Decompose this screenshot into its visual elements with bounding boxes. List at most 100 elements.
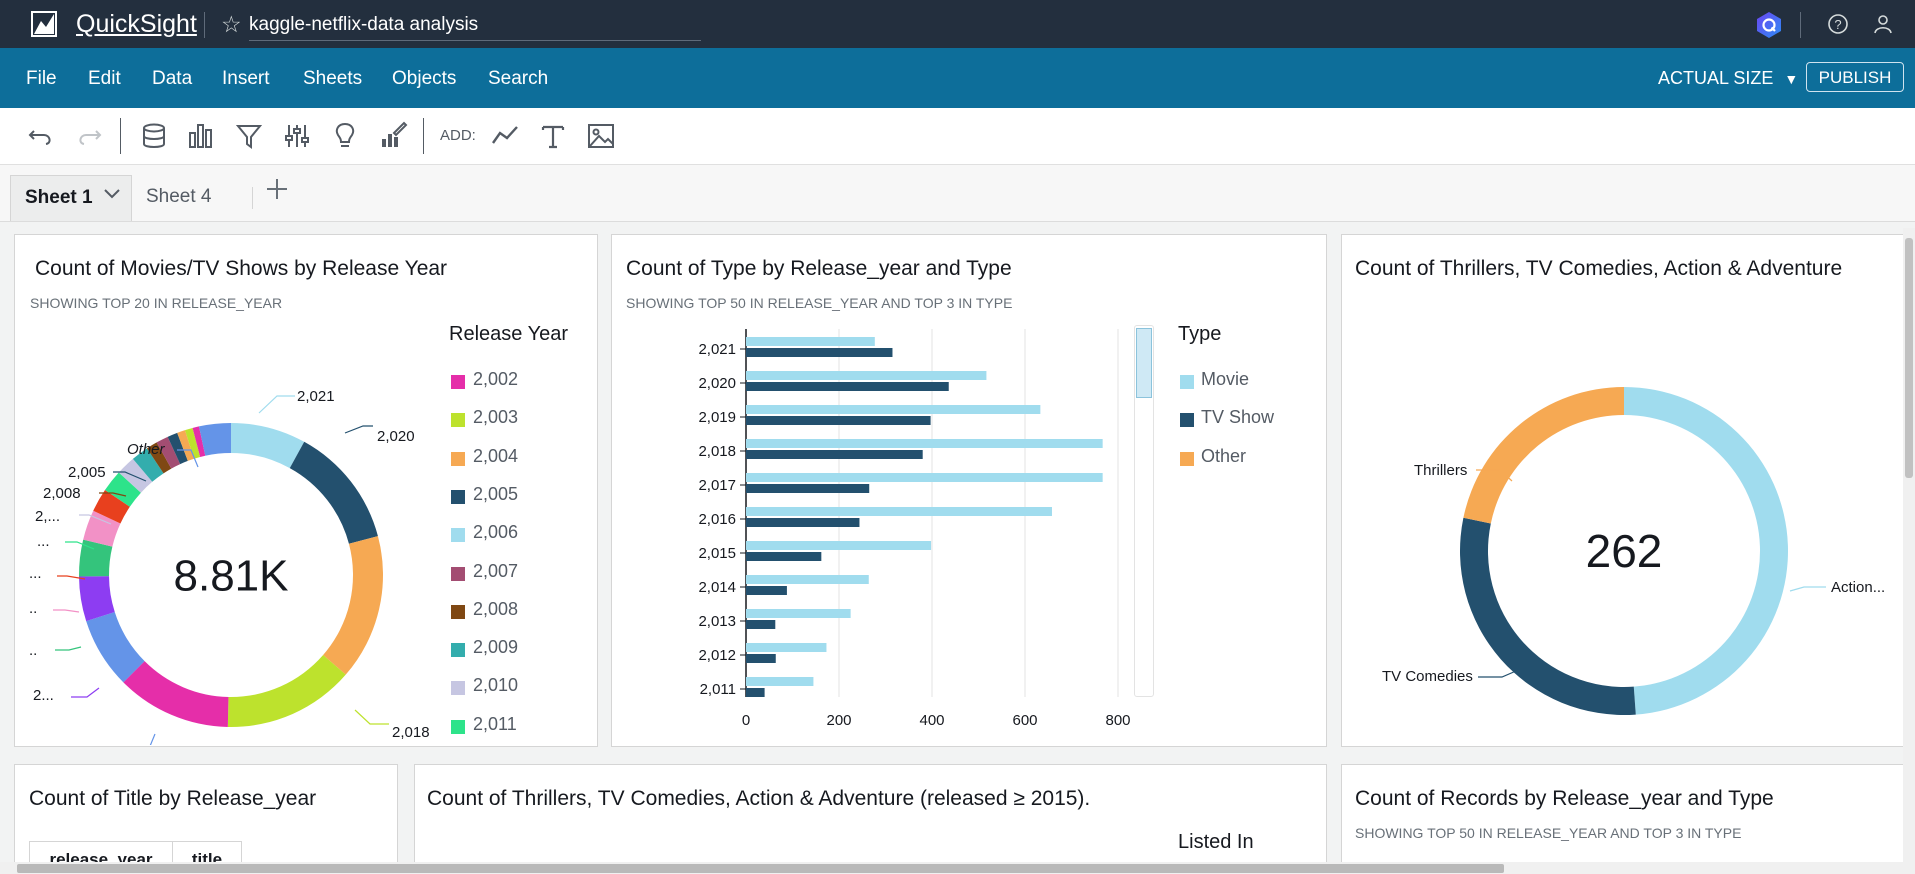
bar-tv-show[interactable] [746, 348, 893, 357]
legend-label[interactable]: Movie [1201, 369, 1249, 390]
bar-movie[interactable] [746, 677, 814, 686]
visual-title-by-release-year[interactable]: Count of Title by Release_year release_y… [14, 764, 398, 874]
menu-objects[interactable]: Objects [392, 68, 456, 90]
donut-chart[interactable]: Thrillers Action... TV Comedies 262 [1342, 315, 1902, 745]
filter-icon[interactable] [234, 121, 264, 151]
donut-slice[interactable] [227, 655, 346, 727]
publish-button[interactable]: PUBLISH [1806, 62, 1904, 92]
dataset-icon[interactable] [139, 121, 169, 151]
range-slider[interactable] [1134, 325, 1154, 697]
legend-label[interactable]: 2,007 [473, 561, 518, 582]
visual-title: Count of Thrillers, TV Comedies, Action … [1355, 257, 1843, 280]
bar-movie[interactable] [746, 439, 1103, 448]
visual-type-by-release-year[interactable]: Count of Type by Release_year and Type S… [611, 234, 1327, 747]
bar-movie[interactable] [746, 405, 1041, 414]
donut-chart[interactable]: 2,0212,0202,0182,0172,0162.............2… [15, 325, 455, 745]
help-icon[interactable]: ? [1827, 13, 1849, 40]
category-label: 2,018 [698, 443, 736, 460]
legend-label[interactable]: 2,005 [473, 484, 518, 505]
donut-slice[interactable] [323, 536, 383, 675]
bar-movie[interactable] [746, 473, 1103, 482]
add-text-icon[interactable] [538, 121, 568, 151]
bar-tv-show[interactable] [746, 450, 923, 459]
visual-title: Count of Title by Release_year [29, 787, 317, 810]
bar-tv-show[interactable] [746, 518, 860, 527]
bar-tv-show[interactable] [746, 484, 870, 493]
scrollbar-thumb[interactable] [1905, 238, 1913, 478]
bar-movie[interactable] [746, 371, 987, 380]
bar-chart[interactable]: 0 200 400 600 800 2,021 2,020 2,019 2,018 2,017 2,… [612, 325, 1172, 745]
legend-label[interactable]: 2,002 [473, 369, 518, 390]
divider [423, 118, 424, 154]
legend-label[interactable]: Other [1201, 446, 1246, 467]
visual-genre-counts[interactable]: Count of Thrillers, TV Comedies, Action … [1341, 234, 1906, 747]
tab-sheet-4[interactable]: Sheet 4 [146, 175, 212, 221]
menu-data[interactable]: Data [152, 68, 192, 90]
add-image-icon[interactable] [586, 121, 616, 151]
bar-tv-show[interactable] [746, 620, 776, 629]
donut-slice[interactable] [289, 441, 378, 544]
legend-title: Type [1178, 323, 1222, 345]
bar-movie[interactable] [746, 541, 932, 550]
parameters-icon[interactable] [282, 121, 312, 151]
document-title-input[interactable]: kaggle-netflix-data analysis [249, 10, 701, 41]
legend-label[interactable]: 2,006 [473, 522, 518, 543]
visualize-icon[interactable] [186, 121, 216, 151]
menu-insert[interactable]: Insert [222, 68, 270, 90]
bar-tv-show[interactable] [746, 416, 931, 425]
visual-movies-by-release-year[interactable]: Count of Movies/TV Shows by Release Year… [14, 234, 598, 747]
category-label: 2,020 [698, 375, 736, 392]
leader-line [1789, 586, 1826, 592]
bar-movie[interactable] [746, 575, 869, 584]
bar-tv-show[interactable] [746, 382, 949, 391]
scrollbar-thumb[interactable] [17, 864, 1504, 873]
donut-slice[interactable] [231, 423, 305, 469]
tab-sheet-1[interactable]: Sheet 1 [10, 175, 132, 221]
bar-tv-show[interactable] [746, 688, 765, 697]
undo-icon[interactable] [26, 121, 56, 151]
legend-label[interactable]: 2,011 [473, 714, 517, 735]
visual-records-by-release-year[interactable]: Count of Records by Release_year and Typ… [1341, 764, 1906, 874]
user-icon[interactable] [1872, 13, 1894, 40]
bar-tv-show[interactable] [746, 586, 787, 595]
legend-swatch [451, 528, 465, 543]
legend-label[interactable]: 2,003 [473, 407, 518, 428]
add-line-chart-icon[interactable] [490, 121, 520, 151]
chevron-down-icon[interactable] [103, 174, 121, 218]
star-icon[interactable]: ☆ [221, 11, 242, 38]
legend-label[interactable]: 2,004 [473, 446, 518, 467]
legend-label[interactable]: 2,010 [473, 675, 518, 696]
insights-icon[interactable] [330, 121, 360, 151]
donut-slice[interactable] [1463, 387, 1624, 524]
bar-tv-show[interactable] [746, 654, 776, 663]
legend-swatch [451, 681, 465, 696]
legend-swatch [1180, 375, 1194, 389]
brand-link[interactable]: QuickSight [76, 10, 197, 39]
svg-text:?: ? [1834, 17, 1841, 32]
range-slider-handle[interactable] [1136, 328, 1152, 398]
menu-search[interactable]: Search [488, 68, 548, 90]
bar-movie[interactable] [746, 643, 827, 652]
themes-icon[interactable] [378, 121, 408, 151]
visual-genres-since-2015[interactable]: Count of Thrillers, TV Comedies, Action … [414, 764, 1327, 874]
tab-label: Sheet 1 [25, 187, 93, 208]
vertical-scrollbar[interactable] [1903, 228, 1915, 862]
redo-icon[interactable] [74, 121, 104, 151]
slice-label: Action... [1831, 579, 1885, 596]
add-sheet-icon[interactable] [265, 175, 289, 209]
zoom-dropdown[interactable]: ACTUAL SIZE ▼ [1658, 68, 1798, 89]
menu-sheets[interactable]: Sheets [303, 68, 362, 90]
quicksight-logo-icon[interactable] [31, 11, 57, 42]
bar-tv-show[interactable] [746, 552, 822, 561]
donut-slice[interactable] [123, 661, 229, 727]
bar-movie[interactable] [746, 609, 851, 618]
amazon-q-icon[interactable] [1755, 11, 1783, 44]
legend-label[interactable]: 2,008 [473, 599, 518, 620]
menu-edit[interactable]: Edit [88, 68, 121, 90]
legend-label[interactable]: 2,009 [473, 637, 518, 658]
bar-movie[interactable] [746, 337, 875, 346]
horizontal-scrollbar[interactable] [0, 862, 1915, 874]
bar-movie[interactable] [746, 507, 1052, 516]
menu-file[interactable]: File [26, 68, 57, 90]
legend-label[interactable]: TV Show [1201, 407, 1274, 428]
